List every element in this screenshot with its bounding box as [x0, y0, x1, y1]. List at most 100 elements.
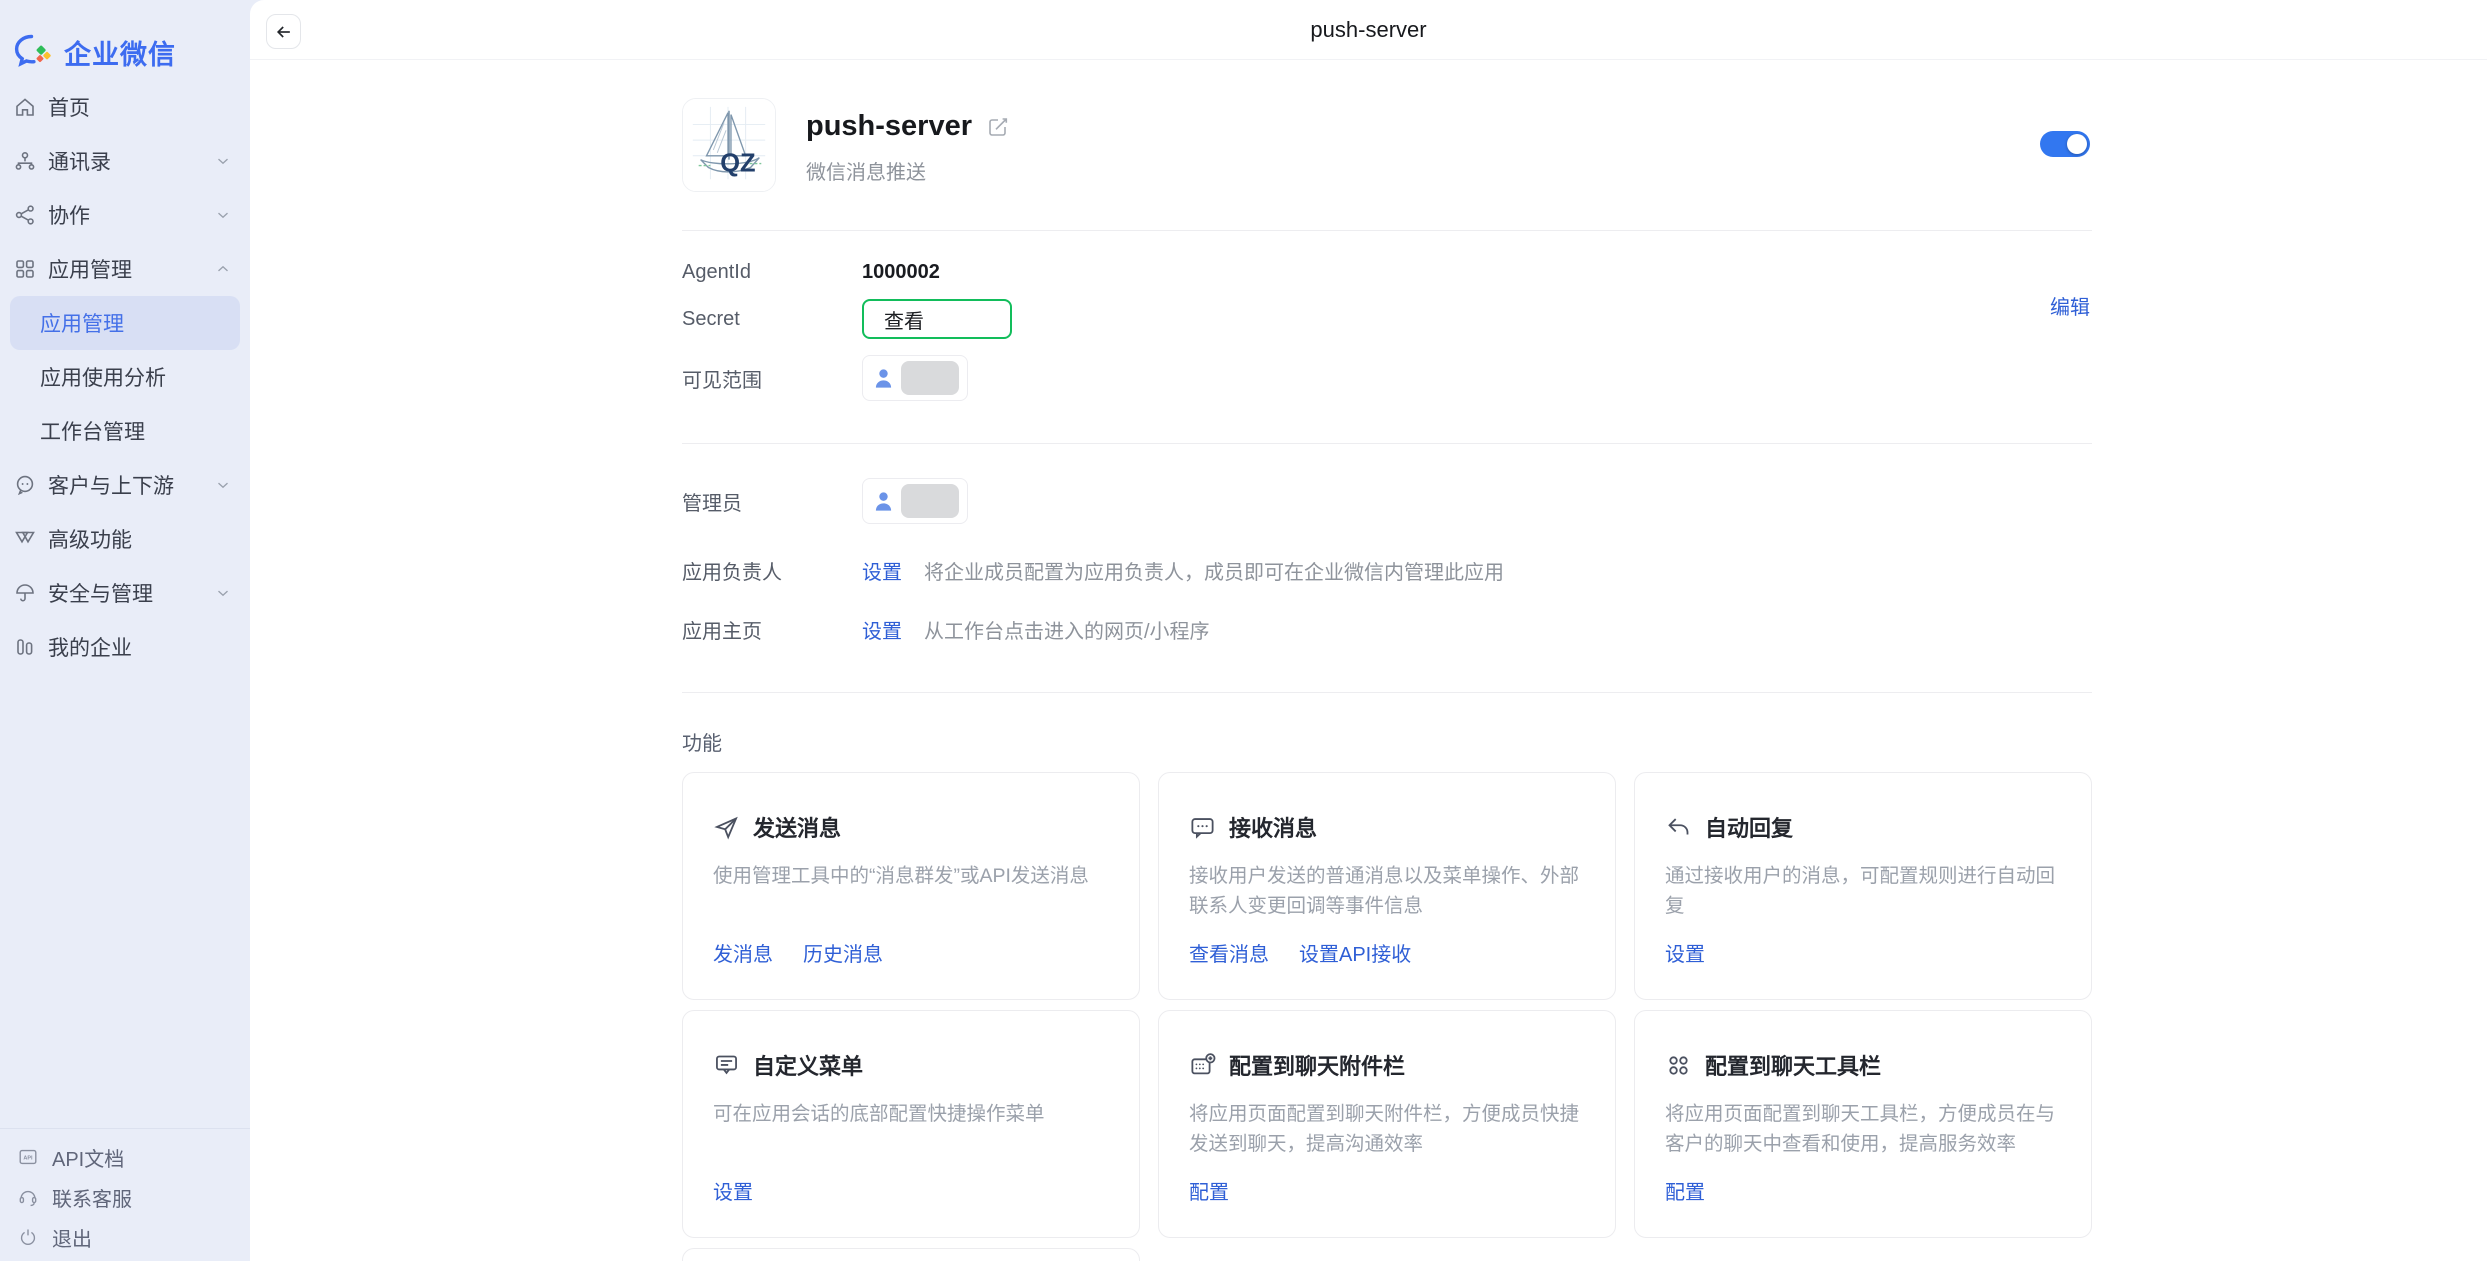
- visible-scope-label: 可见范围: [682, 364, 862, 393]
- home-page-label: 应用主页: [682, 615, 862, 644]
- sidebar-item-customers[interactable]: 客户与上下游: [0, 458, 250, 512]
- sidebar-item-my-company[interactable]: 我的企业: [0, 620, 250, 674]
- sidebar-item-label: 高级功能: [48, 524, 132, 554]
- sidebar-subitem-app-usage-analysis[interactable]: 应用使用分析: [10, 350, 240, 404]
- app-owner-desc: 将企业成员配置为应用负责人，成员即可在企业微信内管理此应用: [924, 556, 1504, 585]
- chevron-down-icon: [214, 476, 232, 494]
- auto-reply-icon: [1665, 814, 1692, 841]
- home-page-set-link[interactable]: 设置: [862, 615, 902, 644]
- secret-label: Secret: [682, 308, 862, 331]
- sidebar-subitem-workbench-management[interactable]: 工作台管理: [10, 404, 240, 458]
- chat-attachment-bar-icon: [1189, 1052, 1216, 1079]
- divider: [682, 230, 2092, 231]
- sidebar-item-home[interactable]: 首页: [0, 80, 250, 134]
- management-section: 管理员 应用负责人 设置 将企业成员配置为应用负责人，成员即可在企业微信内管理此…: [682, 478, 2092, 644]
- app-enabled-toggle[interactable]: [2040, 131, 2090, 157]
- sidebar-item-logout[interactable]: 退出: [0, 1217, 250, 1257]
- sidebar-item-advanced-features[interactable]: 高级功能: [0, 512, 250, 566]
- attachment-bar-config-link[interactable]: 配置: [1189, 1176, 1229, 1205]
- sidebar-footer-label: API文档: [52, 1143, 124, 1172]
- sidebar: 企业微信 首页 通讯录 协作: [0, 0, 250, 1261]
- sidebar-item-contacts[interactable]: 通讯录: [0, 134, 250, 188]
- app-name: push-server: [806, 110, 972, 143]
- sidebar-subitem-label: 工作台管理: [40, 416, 145, 446]
- sidebar-footer: API API文档 联系客服 退出: [0, 1128, 250, 1257]
- sidebar-item-api-docs[interactable]: API API文档: [0, 1137, 250, 1177]
- redacted-member-name: [901, 484, 959, 518]
- custom-menu-set-link[interactable]: 设置: [713, 1176, 753, 1205]
- sidebar-item-label: 应用管理: [48, 254, 132, 284]
- redacted-member-name: [901, 361, 959, 395]
- divider: [682, 443, 2092, 444]
- feature-card-desc: 将应用页面配置到聊天工具栏，方便成员在与客户的聊天中查看和使用，提高服务效率: [1665, 1099, 2061, 1159]
- feature-card-desc: 可在应用会话的底部配置快捷操作菜单: [713, 1099, 1109, 1129]
- chevron-up-icon: [214, 260, 232, 278]
- feature-card-desc: 接收用户发送的普通消息以及菜单操作、外部联系人变更回调等事件信息: [1189, 861, 1585, 921]
- send-message-icon: [713, 814, 740, 841]
- auto-reply-set-link[interactable]: 设置: [1665, 938, 1705, 967]
- sidebar-item-label: 安全与管理: [48, 578, 153, 608]
- feature-card-desc: 通过接收用户的消息，可配置规则进行自动回复: [1665, 861, 2061, 921]
- feature-card-partial: [682, 1248, 1140, 1261]
- member-avatar-icon: [871, 489, 896, 514]
- agent-id-value: 1000002: [862, 261, 940, 284]
- set-api-receive-link[interactable]: 设置API接收: [1299, 938, 1411, 967]
- custom-menu-icon: [713, 1052, 740, 1079]
- advanced-features-icon: [12, 526, 38, 552]
- sidebar-item-label: 客户与上下游: [48, 470, 174, 500]
- toggle-knob: [2067, 134, 2087, 154]
- sidebar-item-label: 首页: [48, 92, 90, 122]
- visible-scope-member-chip: [862, 355, 968, 401]
- feature-card-chat-toolbar: 配置到聊天工具栏 将应用页面配置到聊天工具栏，方便成员在与客户的聊天中查看和使用…: [1634, 1010, 2092, 1238]
- sidebar-nav: 首页 通讯录 协作 应用管理: [0, 80, 250, 674]
- sidebar-item-label: 通讯录: [48, 146, 111, 176]
- feature-card-title: 接收消息: [1229, 811, 1317, 843]
- sidebar-subitem-label: 应用使用分析: [40, 362, 166, 392]
- sidebar-subitem-app-management[interactable]: 应用管理: [10, 296, 240, 350]
- chat-toolbar-icon: [1665, 1052, 1692, 1079]
- app-owner-set-link[interactable]: 设置: [862, 556, 902, 585]
- feature-card-title: 发送消息: [753, 811, 841, 843]
- sidebar-item-collaboration[interactable]: 协作: [0, 188, 250, 242]
- send-message-link[interactable]: 发消息: [713, 938, 773, 967]
- sidebar-footer-label: 联系客服: [52, 1183, 132, 1212]
- feature-card-desc: 将应用页面配置到聊天附件栏，方便成员快捷发送到聊天，提高沟通效率: [1189, 1099, 1585, 1159]
- feature-card-title: 配置到聊天工具栏: [1705, 1049, 1881, 1081]
- collaboration-icon: [12, 202, 38, 228]
- feature-card-title: 自定义菜单: [753, 1049, 863, 1081]
- app-icon: QZ: [682, 98, 776, 192]
- wecom-logo-text: 企业微信: [64, 33, 176, 72]
- edit-link[interactable]: 编辑: [2050, 291, 2090, 320]
- app-title-block: push-server 微信消息推送: [806, 98, 2092, 185]
- feature-card-custom-menu: 自定义菜单 可在应用会话的底部配置快捷操作菜单 设置: [682, 1010, 1140, 1238]
- message-history-link[interactable]: 历史消息: [803, 938, 883, 967]
- admin-member-chip: [862, 478, 968, 524]
- member-avatar-icon: [871, 366, 896, 391]
- sidebar-item-contact-support[interactable]: 联系客服: [0, 1177, 250, 1217]
- api-docs-icon: API: [16, 1145, 40, 1169]
- receive-message-icon: [1189, 814, 1216, 841]
- features-section-title: 功能: [682, 727, 2092, 756]
- view-messages-link[interactable]: 查看消息: [1189, 938, 1269, 967]
- page-title: push-server: [1310, 17, 1426, 43]
- secret-view-button[interactable]: 查看: [862, 299, 1012, 339]
- sidebar-item-app-management[interactable]: 应用管理: [0, 242, 250, 296]
- wecom-logo-icon: [14, 34, 54, 70]
- toolbar-config-link[interactable]: 配置: [1665, 1176, 1705, 1205]
- divider: [682, 692, 2092, 693]
- chevron-down-icon: [214, 152, 232, 170]
- topbar: push-server: [250, 0, 2487, 60]
- feature-card-title: 自动回复: [1705, 811, 1793, 843]
- chevron-down-icon: [214, 584, 232, 602]
- home-page-desc: 从工作台点击进入的网页/小程序: [924, 615, 1210, 644]
- customer-chat-icon: [12, 472, 38, 498]
- back-button[interactable]: [266, 14, 301, 49]
- feature-card-receive-message: 接收消息 接收用户发送的普通消息以及菜单操作、外部联系人变更回调等事件信息 查看…: [1158, 772, 1616, 1000]
- company-icon: [12, 634, 38, 660]
- sidebar-item-label: 我的企业: [48, 632, 132, 662]
- sidebar-item-security[interactable]: 安全与管理: [0, 566, 250, 620]
- feature-card-auto-reply: 自动回复 通过接收用户的消息，可配置规则进行自动回复 设置: [1634, 772, 2092, 1000]
- feature-card-chat-attachment-bar: 配置到聊天附件栏 将应用页面配置到聊天附件栏，方便成员快捷发送到聊天，提高沟通效…: [1158, 1010, 1616, 1238]
- chevron-down-icon: [214, 206, 232, 224]
- edit-name-icon[interactable]: [986, 115, 1010, 139]
